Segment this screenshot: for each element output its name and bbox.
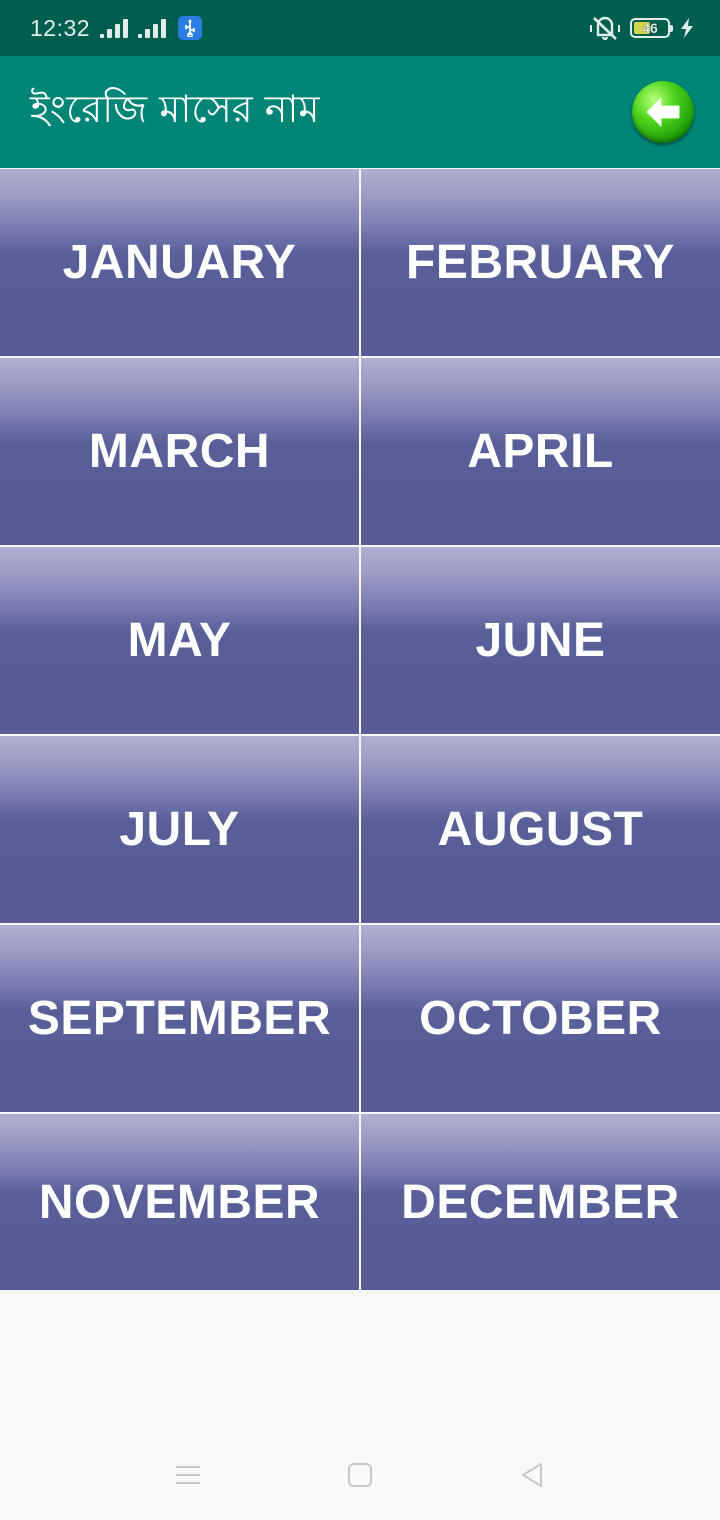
- month-label: JUNE: [475, 614, 606, 667]
- month-label: FEBRUARY: [406, 236, 675, 289]
- usb-icon: [178, 16, 203, 40]
- month-label: MAY: [127, 614, 232, 667]
- month-button-january[interactable]: JANUARY: [0, 169, 359, 356]
- battery-level: 46: [642, 20, 658, 36]
- month-button-november[interactable]: NOVEMBER: [0, 1114, 359, 1290]
- status-time: 12:32: [30, 14, 91, 41]
- system-nav-bar: [0, 1430, 720, 1520]
- vibrate-off-icon: [590, 16, 620, 41]
- nav-home-button[interactable]: [274, 1461, 446, 1489]
- signal-icon: [138, 18, 167, 38]
- month-label: JULY: [119, 803, 240, 856]
- month-label: AUGUST: [437, 803, 644, 856]
- nav-back-button[interactable]: [446, 1461, 618, 1489]
- signal-icon: [100, 18, 129, 38]
- back-arrow-icon: [646, 97, 680, 127]
- app-bar: ইংরেজি মাসের নাম: [0, 56, 720, 168]
- nav-menu-button[interactable]: [102, 1461, 274, 1489]
- month-label: OCTOBER: [419, 992, 662, 1045]
- month-button-june[interactable]: JUNE: [361, 547, 720, 734]
- month-grid: JANUARY FEBRUARY MARCH APRIL MAY JUNE JU…: [0, 169, 720, 1290]
- back-icon: [522, 1463, 542, 1487]
- month-button-may[interactable]: MAY: [0, 547, 359, 734]
- month-label: DECEMBER: [401, 1175, 680, 1229]
- status-bar: 12:32 46: [0, 0, 720, 56]
- month-button-december[interactable]: DECEMBER: [361, 1114, 720, 1290]
- home-icon: [348, 1463, 372, 1487]
- menu-icon: [176, 1466, 200, 1484]
- month-button-september[interactable]: SEPTEMBER: [0, 925, 359, 1112]
- month-button-july[interactable]: JULY: [0, 736, 359, 923]
- charging-icon: [681, 18, 693, 38]
- month-button-october[interactable]: OCTOBER: [361, 925, 720, 1112]
- status-right-icons: 46: [590, 15, 694, 41]
- month-button-april[interactable]: APRIL: [361, 358, 720, 545]
- back-button[interactable]: [632, 81, 694, 143]
- month-button-february[interactable]: FEBRUARY: [361, 169, 720, 356]
- month-label: APRIL: [467, 425, 614, 478]
- month-label: NOVEMBER: [38, 1175, 321, 1229]
- month-label: SEPTEMBER: [27, 992, 332, 1045]
- page-title: ইংরেজি মাসের নাম: [30, 87, 320, 131]
- month-button-march[interactable]: MARCH: [0, 358, 359, 545]
- battery-icon: 46: [630, 18, 673, 38]
- month-label: JANUARY: [62, 236, 297, 289]
- month-label: MARCH: [88, 425, 271, 478]
- month-button-august[interactable]: AUGUST: [361, 736, 720, 923]
